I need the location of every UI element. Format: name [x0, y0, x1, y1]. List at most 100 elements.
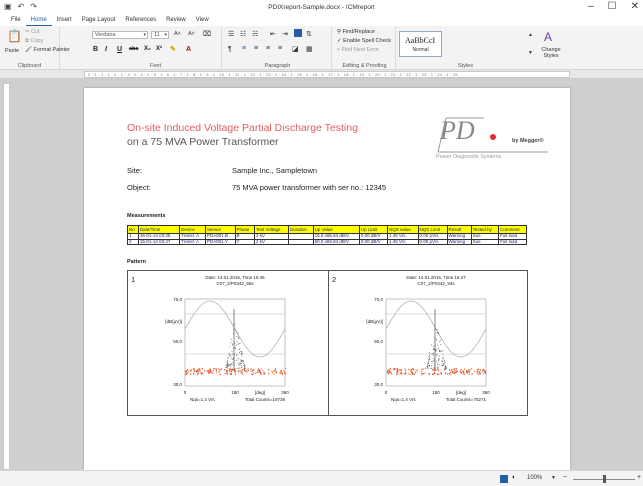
paste-button[interactable]: Paste — [5, 48, 19, 54]
font-size-select[interactable]: 11 — [151, 31, 169, 39]
vertical-ruler[interactable] — [3, 83, 10, 470]
shading-icon[interactable]: ◪ — [292, 45, 299, 53]
increase-indent-icon[interactable]: ⇥ — [282, 30, 288, 38]
pd-dot — [243, 361, 244, 362]
pd-dot — [438, 333, 439, 335]
table-cell: 2 — [127, 238, 139, 245]
noise-dot — [284, 368, 287, 370]
pattern-panel-1: 1 Date: 14.01.2015, Time 15:45 C07_2/P0342… — [128, 271, 328, 415]
decrease-indent-icon[interactable]: ⇤ — [270, 30, 276, 38]
table-cell-part: 69.84 dB/V — [326, 238, 350, 244]
format-painter-button[interactable]: 🖌 Format Painter — [25, 47, 70, 53]
noise-dot — [257, 371, 259, 373]
underline-button[interactable]: U — [117, 46, 122, 53]
pd-dot — [231, 351, 233, 353]
tab-home[interactable]: Home — [25, 16, 52, 26]
cut-button[interactable]: ✂ Cut — [25, 29, 40, 35]
find-replace-button[interactable]: ⚲ Find/Replace — [337, 29, 375, 35]
close-button[interactable]: ✕ — [631, 1, 639, 12]
justify-icon[interactable]: ≡ — [278, 45, 282, 52]
pd-dot — [437, 364, 438, 365]
web-layout-icon[interactable]: ◐ — [512, 474, 516, 481]
bullets-icon[interactable]: ☰ — [228, 30, 234, 38]
pd-dot — [433, 358, 435, 360]
zoom-slider-thumb[interactable] — [603, 475, 606, 483]
numbering-icon[interactable]: ☷ — [240, 30, 246, 38]
align-left-icon[interactable]: ≡ — [242, 45, 246, 52]
pd-dot — [227, 365, 229, 367]
noise-dot — [478, 371, 480, 373]
pd-dot — [236, 332, 237, 333]
x-tick-label: 180 — [231, 390, 239, 395]
noise-dot — [218, 371, 220, 373]
noise-dot — [394, 368, 396, 370]
copy-button[interactable]: ⧉ Copy — [25, 38, 43, 45]
italic-button[interactable]: I — [105, 46, 107, 53]
tab-references[interactable]: References — [120, 16, 161, 26]
change-styles-button[interactable]: Change Styles — [540, 47, 562, 59]
pd-dot — [429, 365, 431, 366]
borders-icon[interactable]: ▦ — [306, 45, 313, 53]
styles-scroll-up-icon[interactable]: ▲ — [528, 32, 533, 38]
style-normal-tile[interactable]: AaBbCcI Normal — [399, 31, 442, 57]
align-center-icon[interactable]: ≡ — [254, 45, 258, 52]
maximize-button[interactable]: ☐ — [608, 1, 617, 12]
pd-dot — [444, 360, 445, 361]
noise-dot — [231, 371, 233, 373]
pd-dot — [438, 359, 440, 361]
pd-dot — [239, 363, 241, 365]
bold-button[interactable]: B — [93, 46, 98, 53]
tab-file[interactable]: File — [6, 16, 26, 26]
horizontal-ruler[interactable]: · 2 · 1 · 1 · 1 · 2 · 1 · 3 · 1 · 4 · 1 … — [84, 71, 570, 78]
noise-dot — [262, 370, 264, 372]
change-styles-icon[interactable]: A — [544, 30, 552, 44]
table-cell: Warning — [446, 238, 472, 245]
tab-insert[interactable]: Insert — [52, 16, 77, 26]
superscript-button[interactable]: X² — [156, 46, 162, 52]
styles-scroll-down-icon[interactable]: ▼ — [528, 50, 533, 56]
zoom-out-icon[interactable]: − — [563, 474, 567, 481]
sort-icon[interactable]: ⇅ — [306, 30, 312, 38]
pd-dot — [238, 349, 240, 351]
logo-mark: PD — [440, 116, 475, 145]
pd-dot — [236, 360, 238, 361]
grow-font-button[interactable]: A˄ — [174, 31, 181, 37]
strikethrough-button[interactable]: abc — [129, 46, 138, 52]
find-next-error-button[interactable]: ⌕ Find Next Error — [337, 47, 379, 54]
zoom-dropdown-icon[interactable]: ▼ — [551, 475, 556, 481]
font-name-select[interactable]: Verdana — [92, 31, 148, 39]
noise-dot — [389, 371, 391, 373]
noise-dot — [271, 371, 274, 374]
print-layout-icon[interactable] — [500, 475, 508, 483]
subscript-button[interactable]: X₂ — [144, 46, 151, 52]
pd-dot — [443, 364, 445, 366]
noise-dot — [202, 372, 204, 374]
font-color-icon[interactable]: A — [186, 46, 191, 53]
tab-page-layout[interactable]: Page Layout — [77, 16, 121, 26]
clear-format-icon[interactable]: ⌧ — [203, 30, 211, 38]
noise-dot — [185, 373, 187, 376]
pd-dot — [438, 360, 439, 362]
tab-view[interactable]: View — [191, 16, 214, 26]
multilevel-icon[interactable]: ☵ — [252, 30, 258, 38]
table-row: 2 15-01-14 03:47 Transf. A PDA001.Y Y 2 … — [127, 238, 527, 245]
paragraph-mark-icon[interactable]: ¶ — [228, 46, 232, 53]
tab-review[interactable]: Review — [161, 16, 191, 26]
noise-dot — [215, 369, 218, 371]
paste-icon[interactable]: 📋 — [7, 29, 22, 43]
zoom-in-icon[interactable]: + — [637, 474, 641, 481]
noise-dot — [260, 368, 262, 370]
align-right-icon[interactable]: ≡ — [266, 45, 270, 52]
pd-dot — [241, 360, 243, 362]
noise-dot — [428, 373, 430, 375]
shrink-font-button[interactable]: A˅ — [188, 31, 195, 37]
spell-check-button[interactable]: ✓ Enable Spell Check — [337, 38, 391, 44]
pattern-figure: 1 Date: 14.01.2015, Time 15:45 C07_2/P0342… — [127, 270, 528, 416]
zoom-level[interactable]: 100% — [527, 475, 542, 481]
document-page[interactable]: On-site Induced Voltage Partial Discharg… — [84, 88, 570, 470]
pd-dot — [227, 357, 229, 358]
pd-dot — [226, 361, 228, 363]
show-formatting-icon[interactable] — [294, 29, 302, 37]
highlight-color-icon[interactable]: ✎ — [170, 45, 176, 53]
minimize-button[interactable]: – — [588, 1, 594, 12]
